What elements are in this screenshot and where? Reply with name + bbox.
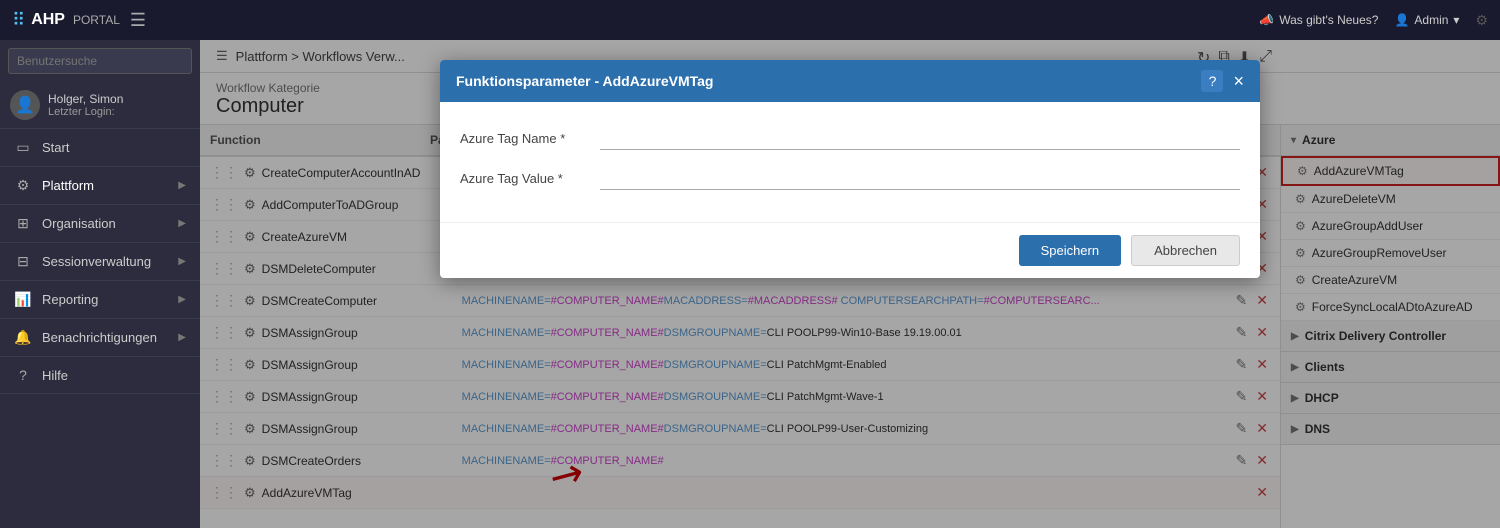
modal-footer: Speichern Abbrechen — [440, 222, 1260, 278]
save-button[interactable]: Speichern — [1019, 235, 1122, 266]
header-left: ⠿ AHP PORTAL ☰ — [12, 10, 146, 31]
sidebar-last-login-label: Letzter Login: — [48, 106, 123, 118]
modal-overlay: Funktionsparameter - AddAzureVMTag ? × A… — [200, 40, 1500, 528]
sidebar-item-label-organisation: Organisation — [42, 216, 116, 231]
top-header: ⠿ AHP PORTAL ☰ 📣 Was gibt's Neues? 👤 Adm… — [0, 0, 1500, 40]
modal-close-button[interactable]: × — [1233, 71, 1244, 92]
modal-header-actions: ? × — [1201, 70, 1244, 92]
chevron-right-icon-rep: ▶ — [178, 294, 186, 305]
azure-tag-value-input[interactable] — [600, 166, 1240, 190]
sidebar-item-label-plattform: Plattform — [42, 178, 94, 193]
header-icons: ⚙ — [1475, 12, 1488, 29]
sidebar-item-label-start: Start — [42, 140, 69, 155]
chevron-right-icon-ben: ▶ — [178, 332, 186, 343]
sidebar-user-name: Holger, Simon — [48, 92, 123, 106]
chevron-right-icon: ▶ — [178, 180, 186, 191]
logo-portal: PORTAL — [73, 13, 120, 27]
user-area[interactable]: 👤 Admin ▾ — [1394, 13, 1459, 27]
chevron-right-icon-sess: ▶ — [178, 256, 186, 267]
content-area: ☰ Plattform > Workflows Verw... Workflow… — [200, 40, 1500, 528]
reporting-icon: 📊 — [14, 291, 32, 308]
search-input[interactable] — [8, 48, 192, 74]
chevron-right-icon-org: ▶ — [178, 218, 186, 229]
plattform-icon: ⚙ — [14, 177, 32, 194]
modal-title: Funktionsparameter - AddAzureVMTag — [456, 73, 713, 89]
modal-body: Azure Tag Name * Azure Tag Value * — [440, 102, 1260, 222]
hamburger-icon[interactable]: ☰ — [130, 10, 146, 31]
modal-help-button[interactable]: ? — [1201, 70, 1223, 92]
nav-items: ▭ Start ⚙ Plattform ▶ ⊞ Organisation ▶ — [0, 129, 200, 528]
logo-text: AHP — [31, 11, 65, 29]
sidebar-item-benachrichtigungen[interactable]: 🔔 Benachrichtigungen ▶ — [0, 319, 200, 357]
start-icon: ▭ — [14, 139, 32, 156]
user-dropdown-icon: ▾ — [1453, 13, 1459, 27]
form-field-azure-tag-name: Azure Tag Name * — [460, 126, 1240, 150]
logo: ⠿ AHP PORTAL — [12, 10, 120, 31]
sidebar-item-reporting[interactable]: 📊 Reporting ▶ — [0, 281, 200, 319]
sidebar-item-start[interactable]: ▭ Start — [0, 129, 200, 167]
user-icon: 👤 — [1394, 13, 1409, 27]
sidebar-item-label-sessionverwaltung: Sessionverwaltung — [42, 254, 151, 269]
sessionverwaltung-icon: ⊟ — [14, 253, 32, 270]
organisation-icon: ⊞ — [14, 215, 32, 232]
sidebar-item-label-hilfe: Hilfe — [42, 368, 68, 383]
azure-tag-value-label: Azure Tag Value * — [460, 171, 600, 186]
news-icon: 📣 — [1259, 13, 1274, 27]
sidebar-item-hilfe[interactable]: ? Hilfe — [0, 357, 200, 394]
modal-dialog: Funktionsparameter - AddAzureVMTag ? × A… — [440, 60, 1260, 278]
hilfe-icon: ? — [14, 367, 32, 383]
user-info: 👤 Holger, Simon Letzter Login: — [0, 82, 200, 129]
modal-header: Funktionsparameter - AddAzureVMTag ? × — [440, 60, 1260, 102]
sidebar-item-plattform[interactable]: ⚙ Plattform ▶ — [0, 167, 200, 205]
sidebar-item-label-reporting: Reporting — [42, 292, 98, 307]
main-layout: 👤 Holger, Simon Letzter Login: ▭ Start ⚙… — [0, 40, 1500, 528]
benachrichtigungen-icon: 🔔 — [14, 329, 32, 346]
sidebar-item-label-benachrichtigungen: Benachrichtigungen — [42, 330, 157, 345]
cancel-button[interactable]: Abbrechen — [1131, 235, 1240, 266]
azure-tag-name-input[interactable] — [600, 126, 1240, 150]
news-button[interactable]: 📣 Was gibt's Neues? — [1259, 13, 1378, 27]
user-details: Holger, Simon Letzter Login: — [48, 92, 123, 118]
news-label: Was gibt's Neues? — [1279, 13, 1378, 27]
search-box — [0, 40, 200, 82]
sidebar-item-organisation[interactable]: ⊞ Organisation ▶ — [0, 205, 200, 243]
logo-dots-icon: ⠿ — [12, 10, 25, 31]
form-field-azure-tag-value: Azure Tag Value * — [460, 166, 1240, 190]
user-name: Admin — [1414, 13, 1448, 27]
avatar: 👤 — [10, 90, 40, 120]
settings-icon[interactable]: ⚙ — [1475, 12, 1488, 29]
sidebar-item-sessionverwaltung[interactable]: ⊟ Sessionverwaltung ▶ — [0, 243, 200, 281]
azure-tag-name-label: Azure Tag Name * — [460, 131, 600, 146]
sidebar: 👤 Holger, Simon Letzter Login: ▭ Start ⚙… — [0, 40, 200, 528]
header-right: 📣 Was gibt's Neues? 👤 Admin ▾ ⚙ — [1259, 12, 1488, 29]
